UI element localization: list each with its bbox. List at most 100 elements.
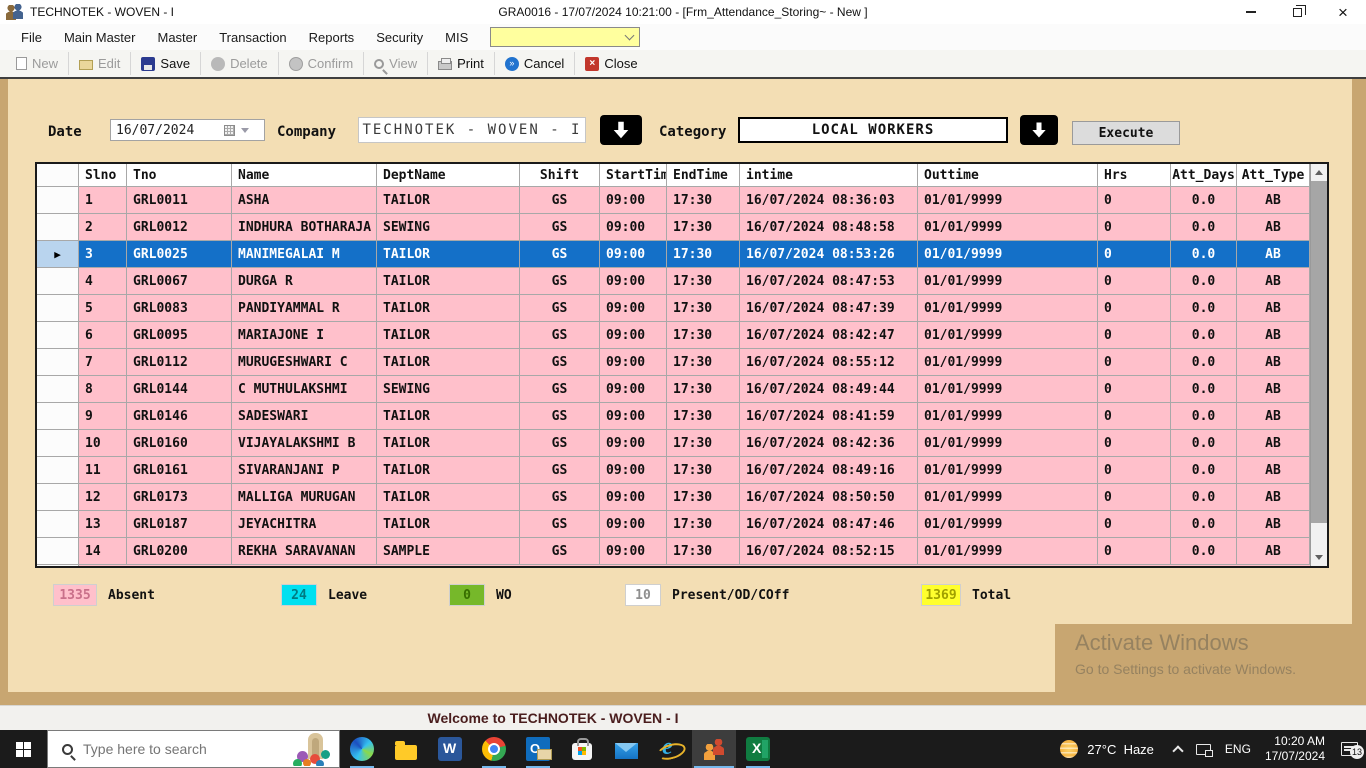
cell-starttime: 09:00: [600, 214, 667, 241]
row-selector-cell[interactable]: [37, 376, 79, 403]
table-row[interactable]: 1 GRL0011 ASHA TAILOR GS 09:00 17:30 16/07/2024…: [37, 187, 1310, 214]
delete-toolbar-button[interactable]: Delete: [200, 52, 278, 75]
table-row[interactable]: 8 GRL0144 C MUTHULAKSHMI SEWING GS 09:00 17:30…: [37, 376, 1310, 403]
mail-taskbar-button[interactable]: [604, 730, 648, 768]
taskbar-search[interactable]: [47, 730, 340, 768]
row-selector-cell[interactable]: [37, 457, 79, 484]
category-field[interactable]: LOCAL WORKERS: [738, 117, 1008, 143]
table-row[interactable]: 14 GRL0200 REKHA SARAVANAN SAMPLE GS 09:00 17:…: [37, 538, 1310, 565]
row-selector-cell[interactable]: [37, 511, 79, 538]
column-header-starttime[interactable]: StartTime: [600, 164, 667, 187]
row-selector-cell[interactable]: [37, 403, 79, 430]
view-toolbar-button[interactable]: View: [363, 52, 427, 75]
date-input[interactable]: [111, 122, 216, 138]
column-header-att_days[interactable]: Att_Days: [1171, 164, 1237, 187]
column-header-outtime[interactable]: Outtime: [918, 164, 1098, 187]
row-selector-cell[interactable]: [37, 349, 79, 376]
table-row[interactable]: 4 GRL0067 DURGA R TAILOR GS 09:00 17:30 16/07/2…: [37, 268, 1310, 295]
new-toolbar-button[interactable]: New: [6, 52, 68, 75]
column-header-endtime[interactable]: EndTime: [667, 164, 740, 187]
vertical-scrollbar[interactable]: [1310, 164, 1327, 566]
confirm-toolbar-button[interactable]: Confirm: [277, 52, 364, 75]
date-picker[interactable]: [110, 119, 265, 141]
edit-toolbar-button[interactable]: Edit: [68, 52, 130, 75]
search-input[interactable]: [83, 741, 263, 757]
store-taskbar-button[interactable]: [560, 730, 604, 768]
minimize-button[interactable]: [1228, 0, 1274, 24]
row-selector-cell[interactable]: [37, 187, 79, 214]
row-selector-cell[interactable]: [37, 214, 79, 241]
company-field[interactable]: TECHNOTEK - WOVEN - I: [358, 117, 586, 143]
notification-icon[interactable]: 13: [1341, 742, 1364, 759]
row-selector-cell[interactable]: [37, 484, 79, 511]
weather-widget[interactable]: 27°C Haze: [1060, 740, 1154, 758]
company-lookup-button[interactable]: [600, 115, 642, 145]
scrollbar-track[interactable]: [1311, 523, 1327, 549]
table-row[interactable]: 5 GRL0083 PANDIYAMMAL R TAILOR GS 09:00 17:30 1…: [37, 295, 1310, 322]
menu-item-security[interactable]: Security: [365, 26, 434, 49]
column-header-intime[interactable]: intime: [740, 164, 918, 187]
scrollbar-thumb[interactable]: [1311, 181, 1327, 523]
row-selector-cell[interactable]: ▶: [37, 241, 79, 268]
table-row[interactable]: 10 GRL0160 VIJAYALAKSHMI B TAILOR GS 09:00 17:…: [37, 430, 1310, 457]
edge-taskbar-button[interactable]: [340, 730, 384, 768]
ie-taskbar-button[interactable]: [648, 730, 692, 768]
table-row[interactable]: 2 GRL0012 INDHURA BOTHARAJA SEWING GS 09:00 17…: [37, 214, 1310, 241]
cell-hrs: 0: [1098, 484, 1171, 511]
close-button[interactable]: ×: [1320, 0, 1366, 24]
column-header-tno[interactable]: Tno: [127, 164, 232, 187]
row-selector-cell[interactable]: [37, 322, 79, 349]
row-selector-cell[interactable]: [37, 268, 79, 295]
menu-item-reports[interactable]: Reports: [298, 26, 366, 49]
table-row[interactable]: 7 GRL0112 MURUGESHWARI C TAILOR GS 09:00 17:30…: [37, 349, 1310, 376]
start-button[interactable]: [0, 730, 47, 768]
company-label: Company: [277, 124, 337, 140]
cell-outtime: 01/01/9999: [918, 457, 1098, 484]
save-toolbar-button[interactable]: Save: [130, 52, 200, 75]
table-row[interactable]: 12 GRL0173 MALLIGA MURUGAN TAILOR GS 09:00 17:…: [37, 484, 1310, 511]
column-header-att_type[interactable]: Att_Type: [1237, 164, 1310, 187]
language-indicator[interactable]: ENG: [1225, 742, 1251, 756]
outlook-taskbar-button[interactable]: [516, 730, 560, 768]
table-row[interactable]: ▶ 3 GRL0025 MANIMEGALAI M TAILOR GS 09:00 17:3…: [37, 241, 1310, 268]
scroll-up-button[interactable]: [1311, 164, 1327, 181]
execute-button[interactable]: Execute: [1072, 121, 1180, 145]
column-header-deptname[interactable]: DeptName: [377, 164, 520, 187]
cancel-toolbar-button[interactable]: Cancel: [493, 52, 574, 75]
column-header-name[interactable]: Name: [232, 164, 377, 187]
window-title: TECHNOTEK - WOVEN - I: [30, 5, 174, 19]
row-selector-cell[interactable]: [37, 430, 79, 457]
status-bar: Welcome to TECHNOTEK - WOVEN - I: [0, 705, 1366, 730]
restore-button[interactable]: [1274, 0, 1320, 24]
column-header-hrs[interactable]: Hrs: [1098, 164, 1171, 187]
table-row[interactable]: 13 GRL0187 JEYACHITRA TAILOR GS 09:00 17:30 16/…: [37, 511, 1310, 538]
tray-expand-icon[interactable]: [1172, 745, 1184, 757]
column-header-slno[interactable]: Slno: [79, 164, 127, 187]
excel-taskbar-button[interactable]: [736, 730, 780, 768]
windows-form-combobox[interactable]: [490, 27, 640, 47]
menu-item-transaction[interactable]: Transaction: [208, 26, 297, 49]
menu-item-file[interactable]: File: [10, 26, 53, 49]
scroll-down-button[interactable]: [1311, 549, 1327, 566]
table-row[interactable]: 9 GRL0146 SADESWARI TAILOR GS 09:00 17:30 16/07…: [37, 403, 1310, 430]
file-explorer-taskbar-button[interactable]: [384, 730, 428, 768]
category-lookup-button[interactable]: [1020, 115, 1058, 145]
chrome-taskbar-button[interactable]: [472, 730, 516, 768]
menu-item-mis[interactable]: MIS: [434, 26, 479, 49]
table-row[interactable]: 6 GRL0095 MARIAJONE I TAILOR GS 09:00 17:30 16/…: [37, 322, 1310, 349]
row-selector-cell[interactable]: [37, 538, 79, 565]
clock[interactable]: 10:20 AM 17/07/2024: [1265, 734, 1325, 764]
cell-att_days: 0.0: [1171, 376, 1237, 403]
menu-item-master[interactable]: Master: [146, 26, 208, 49]
attendance-app-taskbar-button[interactable]: [692, 730, 736, 768]
row-selector-cell[interactable]: [37, 295, 79, 322]
close-toolbar-button[interactable]: Close: [574, 52, 647, 75]
network-icon[interactable]: [1195, 743, 1213, 757]
print-toolbar-button[interactable]: Print: [427, 52, 494, 75]
cell-intime: 16/07/2024 08:52:15: [740, 538, 918, 565]
menu-item-main-master[interactable]: Main Master: [53, 26, 147, 49]
word-taskbar-button[interactable]: [428, 730, 472, 768]
column-header-shift[interactable]: Shift: [520, 164, 600, 187]
chevron-down-icon[interactable]: [241, 127, 249, 133]
table-row[interactable]: 11 GRL0161 SIVARANJANI P TAILOR GS 09:00 17:30…: [37, 457, 1310, 484]
